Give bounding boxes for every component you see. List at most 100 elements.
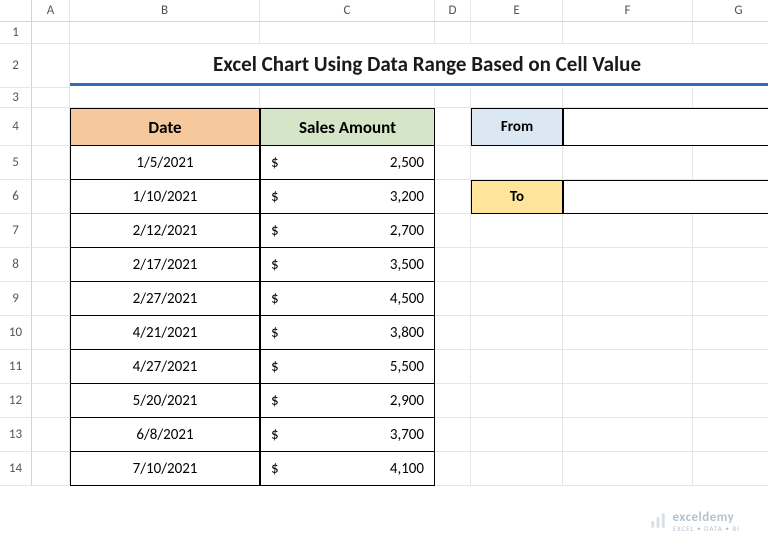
table-cell-date[interactable]: 2/17/2021 — [70, 248, 260, 282]
cell[interactable] — [563, 146, 693, 180]
cell[interactable] — [693, 88, 768, 108]
row-header-3[interactable]: 3 — [0, 88, 32, 108]
row-header-9[interactable]: 9 — [0, 282, 32, 316]
cell[interactable] — [435, 418, 471, 452]
cell[interactable] — [70, 88, 260, 108]
row-header-7[interactable]: 7 — [0, 214, 32, 248]
cell[interactable] — [32, 350, 70, 384]
cell[interactable] — [32, 452, 70, 486]
cell[interactable] — [563, 452, 693, 486]
column-header-D[interactable]: D — [435, 0, 471, 22]
cell[interactable] — [260, 88, 435, 108]
cell[interactable] — [32, 44, 70, 88]
cell[interactable] — [471, 248, 563, 282]
table-cell-sales[interactable]: $4,500 — [260, 282, 435, 316]
cell[interactable] — [693, 418, 768, 452]
cell[interactable] — [435, 350, 471, 384]
cell[interactable] — [32, 384, 70, 418]
cell[interactable] — [563, 384, 693, 418]
cell[interactable] — [435, 88, 471, 108]
cell[interactable] — [435, 146, 471, 180]
cell[interactable] — [693, 248, 768, 282]
cell[interactable] — [693, 316, 768, 350]
row-header-6[interactable]: 6 — [0, 180, 32, 214]
cell[interactable] — [471, 452, 563, 486]
table-cell-sales[interactable]: $2,900 — [260, 384, 435, 418]
row-header-12[interactable]: 12 — [0, 384, 32, 418]
cell[interactable] — [435, 282, 471, 316]
cell[interactable] — [32, 248, 70, 282]
table-cell-date[interactable]: 4/21/2021 — [70, 316, 260, 350]
cell[interactable] — [563, 248, 693, 282]
cell[interactable] — [471, 350, 563, 384]
table-cell-date[interactable]: 6/8/2021 — [70, 418, 260, 452]
cell[interactable] — [435, 108, 471, 146]
column-header-A[interactable]: A — [32, 0, 70, 22]
table-cell-sales[interactable]: $2,500 — [260, 146, 435, 180]
table-cell-sales[interactable]: $5,500 — [260, 350, 435, 384]
cell[interactable] — [260, 22, 435, 44]
cell[interactable] — [563, 418, 693, 452]
cell[interactable] — [471, 88, 563, 108]
cell[interactable] — [563, 316, 693, 350]
row-header-10[interactable]: 10 — [0, 316, 32, 350]
cell[interactable] — [471, 146, 563, 180]
cell[interactable] — [70, 22, 260, 44]
row-header-13[interactable]: 13 — [0, 418, 32, 452]
cell[interactable] — [563, 214, 693, 248]
table-cell-sales[interactable]: $3,700 — [260, 418, 435, 452]
table-cell-date[interactable]: 5/20/2021 — [70, 384, 260, 418]
cell[interactable] — [693, 282, 768, 316]
cell[interactable] — [435, 316, 471, 350]
table-cell-date[interactable]: 7/10/2021 — [70, 452, 260, 486]
cell[interactable] — [563, 88, 693, 108]
table-header-date[interactable]: Date — [70, 108, 260, 146]
cell[interactable] — [32, 22, 70, 44]
cell[interactable] — [435, 22, 471, 44]
cell[interactable] — [435, 384, 471, 418]
row-header-4[interactable]: 4 — [0, 108, 32, 146]
cell[interactable] — [471, 418, 563, 452]
cell[interactable] — [693, 214, 768, 248]
column-header-C[interactable]: C — [260, 0, 435, 22]
row-header-2[interactable]: 2 — [0, 44, 32, 88]
cell[interactable] — [563, 22, 693, 44]
table-cell-date[interactable]: 2/27/2021 — [70, 282, 260, 316]
cell[interactable] — [471, 316, 563, 350]
cell[interactable] — [693, 384, 768, 418]
row-header-1[interactable]: 1 — [0, 22, 32, 44]
cell[interactable] — [32, 214, 70, 248]
cell[interactable] — [32, 88, 70, 108]
column-header-E[interactable]: E — [471, 0, 563, 22]
row-header-14[interactable]: 14 — [0, 452, 32, 486]
table-cell-sales[interactable]: $4,100 — [260, 452, 435, 486]
cell[interactable] — [471, 384, 563, 418]
to-input[interactable] — [563, 180, 768, 214]
table-header-sales[interactable]: Sales Amount — [260, 108, 435, 146]
cell[interactable] — [435, 180, 471, 214]
column-header-G[interactable]: G — [693, 0, 768, 22]
cell[interactable] — [435, 248, 471, 282]
cell[interactable] — [471, 22, 563, 44]
cell[interactable] — [471, 282, 563, 316]
cell[interactable] — [32, 282, 70, 316]
cell[interactable] — [693, 350, 768, 384]
cell[interactable] — [563, 350, 693, 384]
column-header-F[interactable]: F — [563, 0, 693, 22]
cell[interactable] — [32, 418, 70, 452]
cell[interactable] — [693, 146, 768, 180]
table-cell-sales[interactable]: $3,500 — [260, 248, 435, 282]
cell[interactable] — [435, 214, 471, 248]
cell[interactable] — [32, 108, 70, 146]
table-cell-date[interactable]: 4/27/2021 — [70, 350, 260, 384]
table-cell-sales[interactable]: $3,800 — [260, 316, 435, 350]
from-input[interactable] — [563, 108, 768, 146]
table-cell-sales[interactable]: $2,700 — [260, 214, 435, 248]
table-cell-date[interactable]: 1/10/2021 — [70, 180, 260, 214]
cell[interactable] — [32, 180, 70, 214]
cell[interactable] — [32, 316, 70, 350]
cell[interactable] — [471, 214, 563, 248]
row-header-11[interactable]: 11 — [0, 350, 32, 384]
row-header-8[interactable]: 8 — [0, 248, 32, 282]
cell[interactable] — [693, 22, 768, 44]
